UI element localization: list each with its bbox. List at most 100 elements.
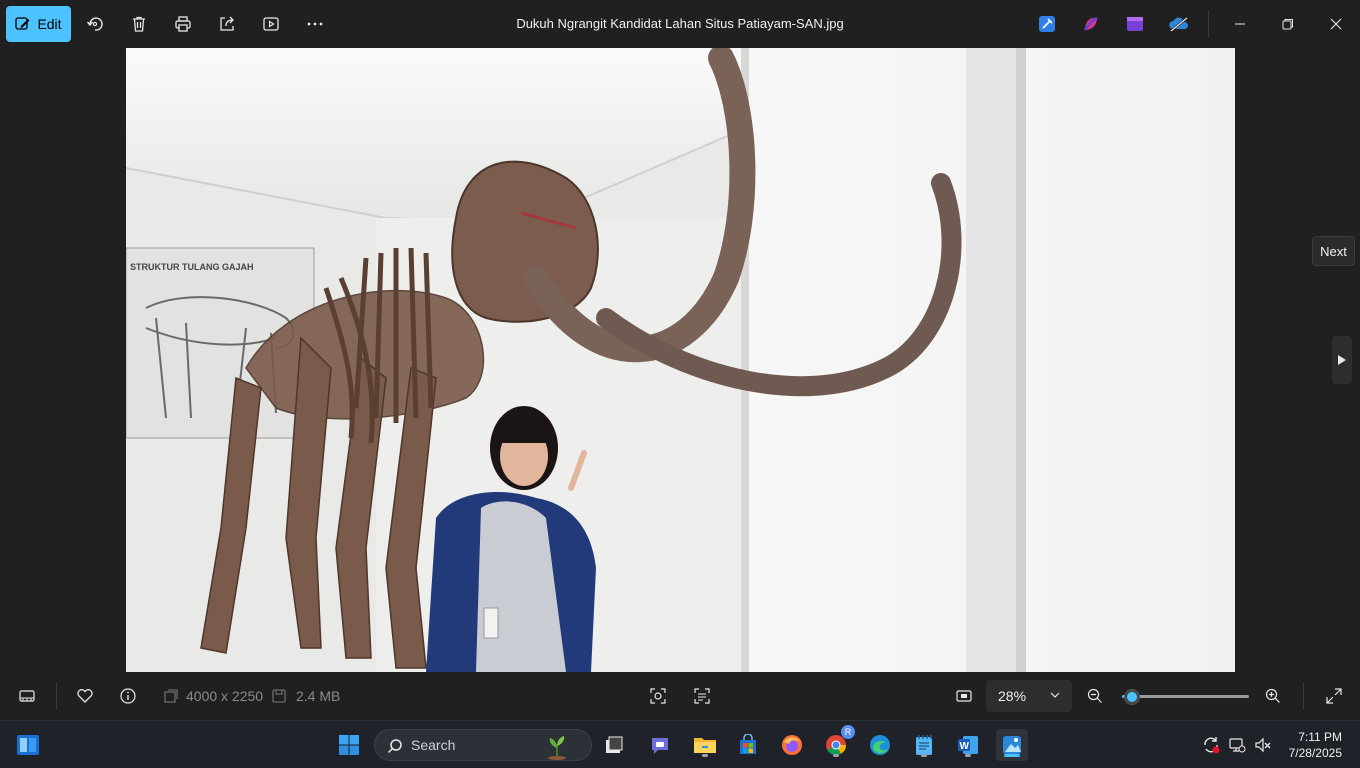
running-indicator [965, 754, 971, 757]
close-button[interactable] [1312, 0, 1360, 48]
delete-button[interactable] [123, 8, 155, 40]
edit-button[interactable]: Edit [6, 6, 71, 42]
printer-icon [175, 16, 191, 32]
edge-button[interactable] [864, 729, 896, 761]
filesize-icon-wrap [267, 684, 291, 708]
sync-refresh-icon [1204, 737, 1220, 754]
photos-icon [1003, 736, 1021, 754]
trash-icon [133, 16, 145, 32]
fit-to-window-icon [956, 690, 972, 702]
running-indicator [702, 754, 708, 757]
onedrive-button[interactable] [1167, 12, 1191, 36]
more-options-button[interactable] [299, 8, 331, 40]
word-button[interactable]: W [952, 729, 984, 761]
photos-button[interactable] [996, 729, 1028, 761]
file-size: 2.4 MB [296, 688, 341, 704]
clipchamp-icon [1083, 16, 1098, 31]
copilot-app-button[interactable] [1079, 12, 1103, 36]
share-icon [220, 16, 234, 31]
zoom-in-icon [1265, 688, 1280, 703]
rotate-button[interactable] [79, 8, 111, 40]
notepad-icon [916, 735, 932, 755]
designer-app-button[interactable] [1035, 12, 1059, 36]
search-highlight-plant-icon [548, 736, 566, 760]
task-view-button[interactable] [598, 729, 630, 761]
running-indicator [833, 754, 839, 757]
notepad-button[interactable] [908, 729, 940, 761]
system-clock[interactable]: 7:11 PM 7/28/2025 [1289, 729, 1342, 761]
onedrive-cloud-icon [1169, 17, 1189, 32]
file-explorer-button[interactable] [689, 729, 721, 761]
video-editor-button[interactable] [1123, 12, 1147, 36]
actual-size-button[interactable] [952, 684, 976, 708]
edge-icon [870, 735, 890, 755]
save-disk-icon [272, 689, 286, 703]
minimize-button[interactable] [1216, 0, 1264, 48]
photo-canvas[interactable]: STRUKTUR TULANG GAJAH [126, 48, 1235, 672]
top-toolbar: Edit Dukuh Ngrangit Kandidat Lahan Situs… [0, 0, 1360, 48]
minimize-icon [1235, 23, 1245, 25]
print-button[interactable] [167, 8, 199, 40]
chrome-profile-badge: R [841, 725, 855, 739]
slideshow-icon [263, 17, 279, 31]
active-indicator [1004, 754, 1020, 757]
fullscreen-button[interactable] [1322, 684, 1346, 708]
task-view-icon [606, 736, 623, 753]
next-photo-button[interactable] [1332, 336, 1352, 384]
scan-text-icon [694, 688, 710, 704]
zoom-in-button[interactable] [1261, 684, 1285, 708]
zoom-out-button[interactable] [1083, 684, 1107, 708]
dimensions-icon-wrap [159, 684, 183, 708]
windows-logo-icon [339, 735, 359, 755]
microsoft-store-button[interactable] [732, 729, 764, 761]
search-icon [387, 739, 402, 754]
share-button[interactable] [211, 8, 243, 40]
heart-icon [77, 689, 93, 703]
widgets-icon [17, 735, 39, 755]
windows-taskbar: Search R W 7:11 PM 7/28/2025 [0, 720, 1360, 768]
image-size-icon [164, 689, 178, 703]
zoom-slider-track[interactable] [1122, 695, 1249, 698]
word-icon: W [958, 736, 978, 754]
edit-icon [15, 17, 30, 30]
chrome-button[interactable]: R [820, 725, 855, 761]
volume-tray[interactable] [1247, 729, 1279, 761]
zoom-slider-thumb[interactable] [1124, 689, 1140, 705]
visual-search-button[interactable] [646, 684, 670, 708]
bottom-divider-2 [1303, 682, 1304, 710]
clock-date: 7/28/2025 [1288, 746, 1342, 760]
folder-icon [694, 738, 716, 753]
next-tooltip: Next [1312, 236, 1355, 266]
taskbar-search-box[interactable]: Search [374, 729, 592, 761]
bottom-divider-1 [56, 682, 57, 710]
bottom-toolbar: 4000 x 2250 2.4 MB 28% [0, 672, 1360, 720]
teams-chat-button[interactable] [644, 729, 676, 761]
expand-icon [1326, 688, 1342, 704]
clock-time: 7:11 PM [1298, 730, 1342, 744]
svg-text:W: W [960, 741, 970, 752]
chat-icon [652, 738, 668, 754]
poster-title: STRUKTUR TULANG GAJAH [130, 262, 254, 272]
file-info-button[interactable] [116, 684, 140, 708]
filmstrip-button[interactable] [15, 684, 39, 708]
network-monitor-icon [1229, 738, 1246, 753]
edit-button-label: Edit [37, 16, 62, 32]
running-indicator [921, 754, 927, 757]
favorite-button[interactable] [73, 684, 97, 708]
store-bag-icon [740, 734, 756, 754]
scan-text-button[interactable] [690, 684, 714, 708]
widgets-button[interactable] [12, 729, 44, 761]
filmstrip-icon [19, 690, 35, 702]
zoom-out-icon [1087, 688, 1102, 703]
slideshow-button[interactable] [255, 8, 287, 40]
volume-muted-icon [1255, 737, 1271, 753]
zoom-level-dropdown[interactable]: 28% [986, 680, 1072, 712]
file-title: Dukuh Ngrangit Kandidat Lahan Situs Pati… [516, 16, 844, 31]
info-icon [120, 688, 136, 704]
chevron-down-icon [1050, 692, 1060, 698]
firefox-button[interactable] [776, 729, 808, 761]
video-editor-icon [1127, 17, 1143, 31]
start-button[interactable] [333, 729, 365, 761]
restore-button[interactable] [1264, 0, 1312, 48]
restore-icon [1282, 19, 1293, 30]
